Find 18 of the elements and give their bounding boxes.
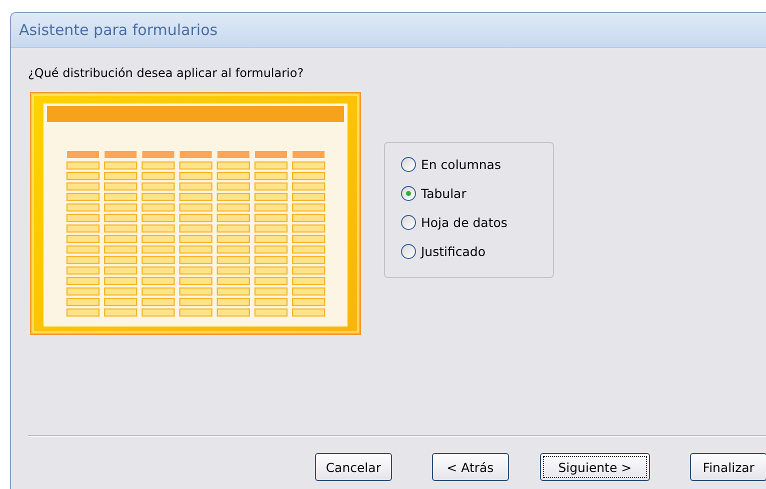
radio-option[interactable]: En columnas: [401, 157, 553, 172]
option-label: Hoja de datos: [421, 215, 508, 230]
radio-button[interactable]: [401, 157, 416, 172]
wizard-button[interactable]: Finalizar: [690, 453, 766, 481]
wizard-button[interactable]: Siguiente >: [540, 453, 650, 481]
window-title: Asistente para formularios: [19, 21, 218, 39]
option-label: Tabular: [421, 186, 466, 201]
option-label: En columnas: [421, 157, 501, 172]
radio-option[interactable]: Justificado: [401, 244, 553, 259]
radio-option[interactable]: Tabular: [401, 186, 553, 201]
radio-option[interactable]: Hoja de datos: [401, 215, 553, 230]
wizard-button[interactable]: < Atrás: [432, 453, 509, 481]
radio-button[interactable]: [401, 244, 416, 259]
wizard-button[interactable]: Cancelar: [315, 453, 392, 481]
question-text: ¿Qué distribución desea aplicar al formulario?: [28, 66, 305, 80]
radio-button[interactable]: [401, 186, 416, 201]
radio-button[interactable]: [401, 215, 416, 230]
option-label: Justificado: [421, 244, 486, 259]
